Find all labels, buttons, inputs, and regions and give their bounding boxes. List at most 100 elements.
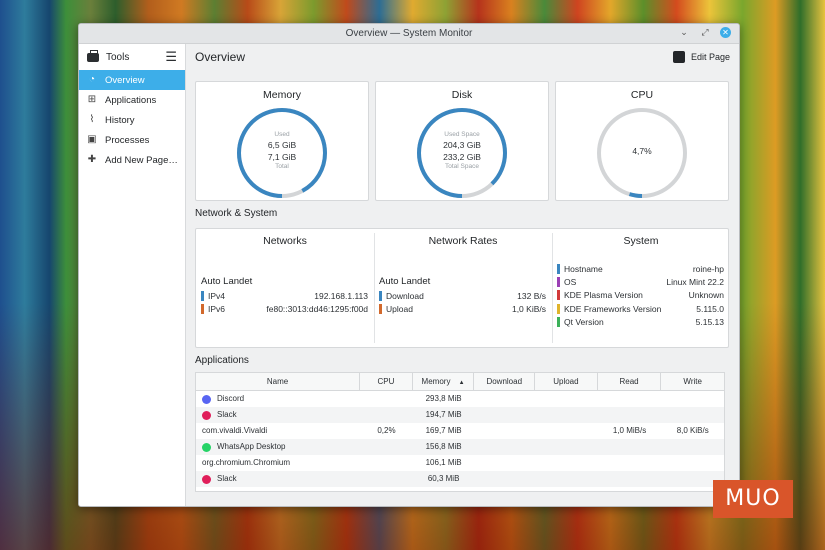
- edit-page-button[interactable]: Edit Page: [672, 51, 730, 63]
- networks-connection: Auto Landet: [201, 276, 253, 287]
- cell-read: 1,0 MiB/s: [612, 426, 647, 435]
- cell-memory: 156,8 MiB: [425, 442, 462, 451]
- cell-memory: 106,1 MiB: [425, 458, 462, 467]
- network-rates-connection: Auto Landet: [379, 276, 431, 287]
- edit-page-label: Edit Page: [690, 52, 730, 62]
- row-value: 132 B/s: [517, 291, 546, 301]
- chart-icon: ⌇: [89, 114, 95, 125]
- system-row-hostname: Hostname roine-hp: [557, 263, 724, 275]
- color-bar: [557, 317, 560, 327]
- networks-row-ipv4: IPv4 192.168.1.113: [201, 290, 368, 302]
- networks-row-ipv6: IPv6 fe80::3013:dd46:1295:f00d: [201, 303, 368, 315]
- sidebar: Tools ☰ ◔ Overview ⊞ Applications ⌇ Hist…: [79, 44, 186, 506]
- row-key: IPv6: [208, 304, 226, 314]
- toolbox-icon: [87, 49, 99, 62]
- disk-total-value: 233,2 GiB: [443, 152, 481, 162]
- app-name: Discord: [217, 394, 245, 403]
- sidebar-item-label: Processes: [105, 134, 150, 146]
- row-key: Download: [386, 291, 424, 301]
- color-bar: [379, 291, 382, 301]
- sort-ascending-icon: ▲: [458, 380, 465, 386]
- color-bar: [557, 290, 560, 300]
- column-header-name[interactable]: Name: [196, 373, 361, 390]
- app-icon: [202, 410, 211, 420]
- memory-title: Memory: [263, 89, 301, 101]
- system-panel: System Hostname roine-hp OS Linux Mint 2…: [552, 229, 730, 347]
- column-header-memory[interactable]: Memory ▲: [413, 373, 475, 390]
- row-key: Hostname: [564, 264, 603, 274]
- title-bar[interactable]: Overview — System Monitor ⌄ ⤢ ✕: [79, 24, 739, 44]
- table-body: Discord 293,8 MiB Slack 194,7 MiB com.vivald…: [196, 391, 724, 487]
- disk-card: Disk Used Space 204,3 GiB 233,2 GiB Tota…: [375, 81, 549, 201]
- sidebar-item-add-page[interactable]: ✚ Add New Page…: [79, 150, 185, 170]
- app-name: org.chromium.Chromium: [202, 458, 291, 467]
- memory-total-value: 7,1 GiB: [267, 152, 297, 162]
- column-header-upload[interactable]: Upload: [535, 373, 598, 390]
- network-system-card: Networks Auto Landet IPv4 192.168.1.113 …: [195, 228, 729, 348]
- grid-icon: ⊞: [87, 94, 97, 105]
- system-title: System: [623, 235, 659, 247]
- sidebar-item-processes[interactable]: ▣ Processes: [79, 130, 185, 150]
- sidebar-item-applications[interactable]: ⊞ Applications: [79, 90, 185, 110]
- color-bar: [379, 304, 382, 314]
- row-key: OS: [564, 277, 577, 287]
- close-icon[interactable]: ✕: [720, 27, 731, 38]
- system-row-os: OS Linux Mint 22.2: [557, 276, 724, 288]
- terminal-icon: ▣: [87, 134, 97, 145]
- disk-used-value: 204,3 GiB: [443, 140, 481, 150]
- window-controls: ⌄ ⤢ ✕: [678, 27, 731, 38]
- sidebar-item-overview[interactable]: ◔ Overview: [79, 70, 185, 90]
- row-key: KDE Plasma Version: [564, 290, 643, 300]
- table-row[interactable]: com.vivaldi.Vivaldi 0,2% 169,7 MiB 1,0 MiB/…: [196, 423, 724, 439]
- row-value: fe80::3013:dd46:1295:f00d: [266, 304, 368, 314]
- system-row-qt: Qt Version 5.15.13: [557, 316, 724, 328]
- system-monitor-window: Overview — System Monitor ⌄ ⤢ ✕ Tools ☰ …: [78, 23, 740, 507]
- watermark-logo: MUO: [713, 480, 793, 518]
- cell-cpu: 0,2%: [377, 426, 396, 435]
- column-header-cpu[interactable]: CPU: [360, 373, 413, 390]
- cpu-title: CPU: [630, 89, 654, 101]
- cell-name: Slack: [196, 407, 360, 423]
- row-key: KDE Frameworks Version: [564, 304, 662, 314]
- table-row[interactable]: Slack 194,7 MiB: [196, 407, 724, 423]
- cell-name: com.vivaldi.Vivaldi: [196, 423, 360, 439]
- cell-name: Discord: [196, 391, 360, 407]
- disk-used-label: Used Space: [444, 131, 480, 138]
- minimize-icon[interactable]: ⌄: [678, 27, 690, 38]
- row-key: Upload: [386, 304, 413, 314]
- column-header-write[interactable]: Write: [661, 373, 724, 390]
- table-row[interactable]: WhatsApp Desktop 156,8 MiB: [196, 439, 724, 455]
- hamburger-menu-icon[interactable]: ☰: [165, 49, 177, 65]
- sidebar-header-label: Tools: [106, 51, 130, 63]
- column-header-read[interactable]: Read: [598, 373, 662, 390]
- sidebar-item-label: Add New Page…: [105, 154, 178, 166]
- row-value: 5.15.13: [695, 317, 724, 327]
- sidebar-item-history[interactable]: ⌇ History: [79, 110, 185, 130]
- applications-heading: Applications: [195, 355, 249, 366]
- cell-memory: 169,7 MiB: [425, 426, 462, 435]
- table-row[interactable]: Discord 293,8 MiB: [196, 391, 724, 407]
- app-name: com.vivaldi.Vivaldi: [202, 426, 268, 435]
- cpu-value: 4,7%: [632, 146, 652, 156]
- sidebar-item-label: Overview: [105, 74, 145, 86]
- network-rates-row-upload: Upload 1,0 KiB/s: [379, 303, 546, 315]
- row-key: Qt Version: [564, 317, 604, 327]
- row-value: 192.168.1.113: [314, 291, 368, 301]
- column-header-download[interactable]: Download: [474, 373, 536, 390]
- row-value: 1,0 KiB/s: [511, 304, 546, 314]
- row-value: Unknown: [688, 290, 724, 300]
- memory-card: Memory Used 6,5 GiB 7,1 GiB Total: [195, 81, 369, 201]
- memory-used-value: 6,5 GiB: [267, 140, 297, 150]
- app-icon: [202, 442, 211, 452]
- cell-memory: 194,7 MiB: [425, 410, 462, 419]
- system-row-frameworks: KDE Frameworks Version 5.115.0: [557, 303, 724, 315]
- table-row[interactable]: org.chromium.Chromium 106,1 MiB: [196, 455, 724, 471]
- system-row-plasma: KDE Plasma Version Unknown: [557, 289, 724, 301]
- cell-name: Slack: [196, 471, 360, 487]
- column-header-label: Memory: [421, 377, 451, 386]
- networks-title: Networks: [263, 235, 307, 247]
- table-row[interactable]: Slack 60,3 MiB: [196, 471, 724, 487]
- color-bar: [201, 291, 204, 301]
- maximize-icon[interactable]: ⤢: [699, 27, 711, 38]
- sidebar-item-label: History: [105, 114, 135, 126]
